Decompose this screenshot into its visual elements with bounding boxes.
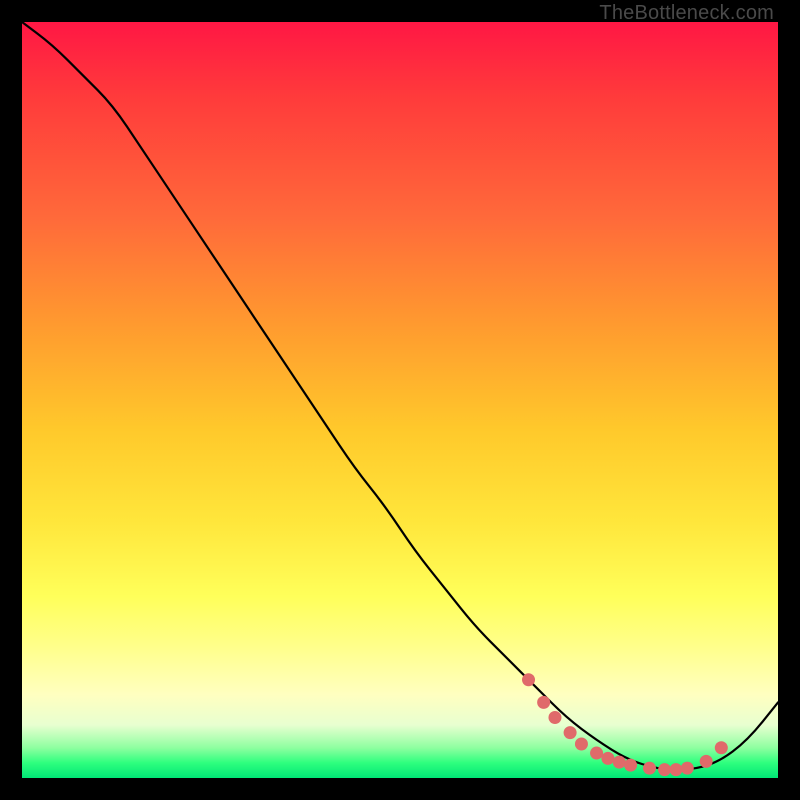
marker-dot [658, 763, 671, 776]
marker-dot [564, 726, 577, 739]
chart-frame: TheBottleneck.com [0, 0, 800, 800]
marker-dots-group [522, 673, 728, 776]
marker-dot [548, 711, 561, 724]
marker-dot [681, 762, 694, 775]
bottleneck-curve [22, 22, 778, 770]
marker-dot [575, 737, 588, 750]
marker-dot [643, 762, 656, 775]
marker-dot [624, 759, 637, 772]
marker-dot [590, 747, 603, 760]
chart-plot-area [22, 22, 778, 778]
marker-dot [715, 741, 728, 754]
marker-dot [601, 752, 614, 765]
marker-dot [700, 755, 713, 768]
marker-dot [613, 756, 626, 769]
marker-dot [669, 763, 682, 776]
marker-dot [522, 673, 535, 686]
chart-svg [22, 22, 778, 778]
marker-dot [537, 696, 550, 709]
